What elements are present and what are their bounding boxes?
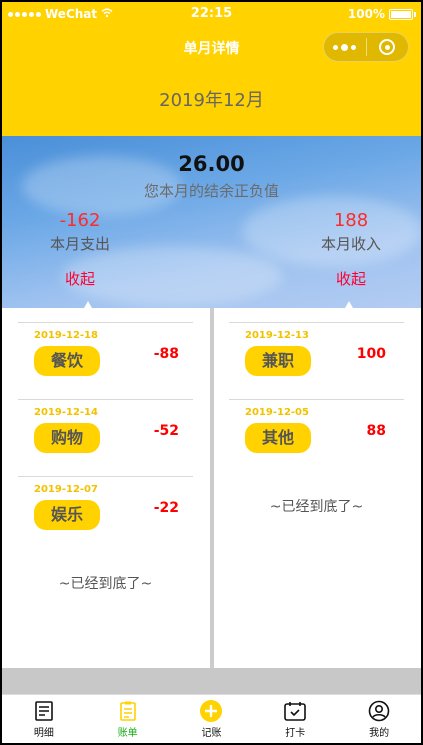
category-tag: 其他 <box>245 423 311 453</box>
category-tag: 娱乐 <box>34 500 100 530</box>
income-total: 188 <box>333 210 369 231</box>
item-amount: -52 <box>153 423 179 439</box>
expense-collapse-button[interactable]: 收起 <box>20 268 140 289</box>
battery-percent: 100% <box>347 7 385 21</box>
item-date: 2019-12-14 <box>34 407 98 418</box>
list-end-text: ~已经到底了~ <box>269 499 364 515</box>
tab-bill[interactable]: 账单 <box>86 695 170 743</box>
expense-summary: -162 本月支出 收起 <box>20 210 140 289</box>
income-summary: 188 本月收入 收起 <box>291 210 411 289</box>
expense-total: -162 <box>59 210 101 231</box>
transaction-lists: 2019-12-18 餐饮 -88 2019-12-14 购物 -52 2019… <box>2 308 421 668</box>
tab-checkin[interactable]: 打卡 <box>253 695 337 743</box>
header: WeChat 22:15 100% 单月详情 2019年12月 <box>2 2 421 136</box>
item-date: 2019-12-07 <box>34 484 98 495</box>
expense-list: 2019-12-18 餐饮 -88 2019-12-14 购物 -52 2019… <box>18 322 193 593</box>
item-date: 2019-12-18 <box>34 330 98 341</box>
mini-program-capsule <box>323 32 409 62</box>
expense-label: 本月支出 <box>49 235 110 253</box>
list-item[interactable]: 2019-12-18 餐饮 -88 <box>18 322 193 399</box>
tab-label: 我的 <box>369 728 390 739</box>
item-amount: -88 <box>153 346 179 362</box>
bottom-spacer <box>2 668 421 694</box>
item-amount: -22 <box>153 500 179 516</box>
category-tag: 兼职 <box>245 346 311 376</box>
tab-details[interactable]: 明细 <box>2 695 86 743</box>
tab-record[interactable]: 记账 <box>170 695 254 743</box>
item-amount: 88 <box>366 423 386 439</box>
category-tag: 购物 <box>34 423 100 453</box>
list-item[interactable]: 2019-12-14 购物 -52 <box>18 399 193 476</box>
income-collapse-button[interactable]: 收起 <box>291 268 411 289</box>
balance-label: 您本月的结余正负值 <box>143 182 279 200</box>
category-tag: 餐饮 <box>34 346 100 376</box>
status-bar: WeChat 22:15 100% <box>2 2 421 26</box>
income-list: 2019-12-13 兼职 100 2019-12-05 其他 88 ~已经到底… <box>229 322 404 516</box>
item-date: 2019-12-05 <box>245 407 309 418</box>
list-item[interactable]: 2019-12-07 娱乐 -22 <box>18 476 193 553</box>
battery-icon <box>389 8 416 20</box>
tab-mine[interactable]: 我的 <box>337 695 421 743</box>
close-mini-program-icon[interactable] <box>366 39 408 55</box>
tab-label: 明细 <box>33 728 54 739</box>
calendar-icon <box>283 699 307 723</box>
item-date: 2019-12-13 <box>245 330 309 341</box>
receipt-icon <box>32 699 56 723</box>
list-item[interactable]: 2019-12-13 兼职 100 <box>229 322 404 399</box>
more-icon[interactable] <box>324 43 366 51</box>
list-item[interactable]: 2019-12-05 其他 88 <box>229 399 404 476</box>
bill-icon <box>116 699 140 723</box>
tab-label: 账单 <box>117 728 138 739</box>
app-frame: WeChat 22:15 100% 单月详情 2019年12月 26.00 您本… <box>2 2 421 743</box>
tab-bar: 明细 账单 记账 打卡 我的 <box>2 694 421 743</box>
column-divider <box>210 308 214 668</box>
add-icon <box>199 699 223 723</box>
monthly-summary: 26.00 您本月的结余正负值 -162 本月支出 收起 188 本月收入 收起 <box>2 136 421 308</box>
balance-value: 26.00 <box>178 152 245 176</box>
expense-pointer-icon <box>84 301 92 308</box>
item-amount: 100 <box>356 346 386 362</box>
income-pointer-icon <box>345 301 353 308</box>
income-label: 本月收入 <box>320 235 381 253</box>
tab-label: 打卡 <box>285 728 306 739</box>
user-icon <box>367 699 391 723</box>
list-end-text: ~已经到底了~ <box>58 576 153 592</box>
month-title: 2019年12月 <box>159 90 264 111</box>
tab-label: 记账 <box>201 728 222 739</box>
